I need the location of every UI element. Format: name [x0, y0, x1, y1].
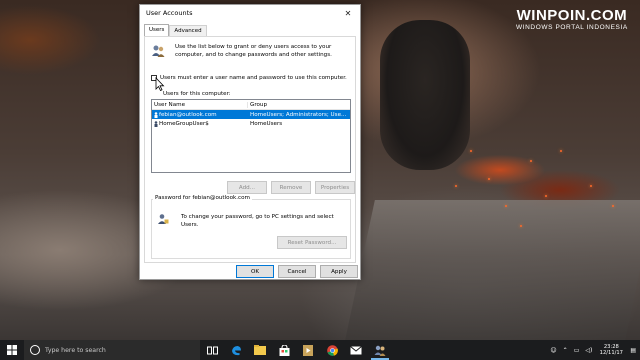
users-group-icon: [152, 45, 165, 57]
password-groupbox: [151, 199, 351, 259]
spark: [520, 225, 522, 227]
cancel-button[interactable]: Cancel: [278, 265, 316, 278]
watermark-main: WINPOIN.COM: [516, 7, 628, 24]
cortana-icon: [30, 345, 40, 355]
volume-icon[interactable]: ◁): [585, 347, 592, 354]
spark: [590, 185, 592, 187]
media-icon[interactable]: [296, 340, 320, 360]
taskbar: Type here to search ☺ ⌃ ▭ ◁) 23:28 12/11…: [0, 340, 640, 360]
close-icon[interactable]: ✕: [342, 9, 354, 18]
password-help-text: To change your password, go to PC settin…: [181, 214, 334, 228]
user-name-text: HomeGroupUser$: [159, 120, 209, 127]
mail-icon[interactable]: [344, 340, 368, 360]
taskbar-search-box[interactable]: Type here to search: [24, 340, 200, 360]
table-row[interactable]: HomeGroupUser$ HomeUsers: [152, 119, 350, 128]
start-button[interactable]: [0, 340, 24, 360]
chrome-icon[interactable]: [320, 340, 344, 360]
windows-logo-icon: [7, 345, 17, 355]
clock[interactable]: 23:28 12/11/17: [598, 344, 624, 356]
spark: [530, 160, 532, 162]
task-view-icon[interactable]: [200, 340, 224, 360]
apply-button[interactable]: Apply: [320, 265, 358, 278]
user-accounts-dialog: User Accounts ✕ Users Advanced Use the l…: [139, 4, 361, 280]
chevron-up-icon[interactable]: ⌃: [563, 347, 568, 354]
spark: [545, 195, 547, 197]
add-user-button[interactable]: Add...: [227, 181, 267, 194]
properties-button[interactable]: Properties: [315, 181, 355, 194]
dialog-title: User Accounts: [146, 9, 193, 17]
require-login-row[interactable]: Users must enter a user name and passwor…: [151, 75, 347, 81]
remove-user-button[interactable]: Remove: [271, 181, 311, 194]
tab-users[interactable]: Users: [144, 24, 170, 36]
listview-header: User Name Group: [152, 100, 350, 110]
wallpaper-hammer: [380, 20, 470, 170]
user-icon: [154, 120, 158, 127]
require-login-label[interactable]: Users must enter a user name and passwor…: [160, 75, 347, 81]
reset-password-button[interactable]: Reset Password...: [277, 236, 347, 249]
clock-date: 12/11/17: [599, 350, 623, 356]
user-name-cell: HomeGroupUser$: [152, 121, 248, 127]
tab-advanced[interactable]: Advanced: [169, 25, 207, 36]
group-cell: HomeUsers; Administrators; Use...: [250, 111, 347, 118]
spark: [488, 178, 490, 180]
system-tray: ☺ ⌃ ▭ ◁) 23:28 12/11/17 ▤: [550, 340, 640, 360]
password-group-legend: Password for febian@outlook.com: [153, 195, 252, 201]
spark: [455, 185, 457, 187]
edge-icon[interactable]: [224, 340, 248, 360]
dialog-tabs: Users Advanced: [144, 24, 207, 36]
ok-button[interactable]: OK: [236, 265, 274, 278]
mouse-cursor-icon: [155, 77, 165, 91]
wallpaper-anvil: [345, 200, 640, 340]
group-cell: HomeUsers: [250, 120, 283, 127]
user-name-text: febian@outlook.com: [159, 111, 217, 118]
spark: [470, 150, 472, 152]
user-accounts-icon[interactable]: [368, 340, 392, 360]
store-icon[interactable]: [272, 340, 296, 360]
spark: [560, 150, 562, 152]
people-icon[interactable]: ☺: [550, 347, 556, 354]
column-header-user-name[interactable]: User Name: [152, 101, 248, 108]
column-header-group[interactable]: Group: [248, 102, 350, 108]
spark: [612, 205, 614, 207]
user-icon: [154, 111, 158, 118]
user-password-icon: [158, 214, 169, 224]
search-placeholder: Type here to search: [45, 346, 106, 354]
intro-text: Use the list below to grant or deny user…: [175, 44, 332, 58]
table-row[interactable]: febian@outlook.com HomeUsers; Administra…: [152, 110, 350, 119]
dialog-titlebar[interactable]: User Accounts ✕: [140, 5, 360, 21]
network-icon[interactable]: ▭: [574, 347, 580, 354]
user-name-cell: febian@outlook.com: [152, 112, 248, 118]
file-explorer-icon[interactable]: [248, 340, 272, 360]
spark: [505, 205, 507, 207]
users-tab-panel: Use the list below to grant or deny user…: [144, 36, 356, 263]
notifications-icon[interactable]: ▤: [630, 347, 636, 354]
watermark-sub: WINDOWS PORTAL INDONESIA: [516, 24, 628, 31]
users-list-label: Users for this computer:: [163, 91, 231, 97]
users-listview[interactable]: User Name Group febian@outlook.com HomeU…: [151, 99, 351, 173]
watermark: WINPOIN.COM WINDOWS PORTAL INDONESIA: [516, 8, 628, 32]
